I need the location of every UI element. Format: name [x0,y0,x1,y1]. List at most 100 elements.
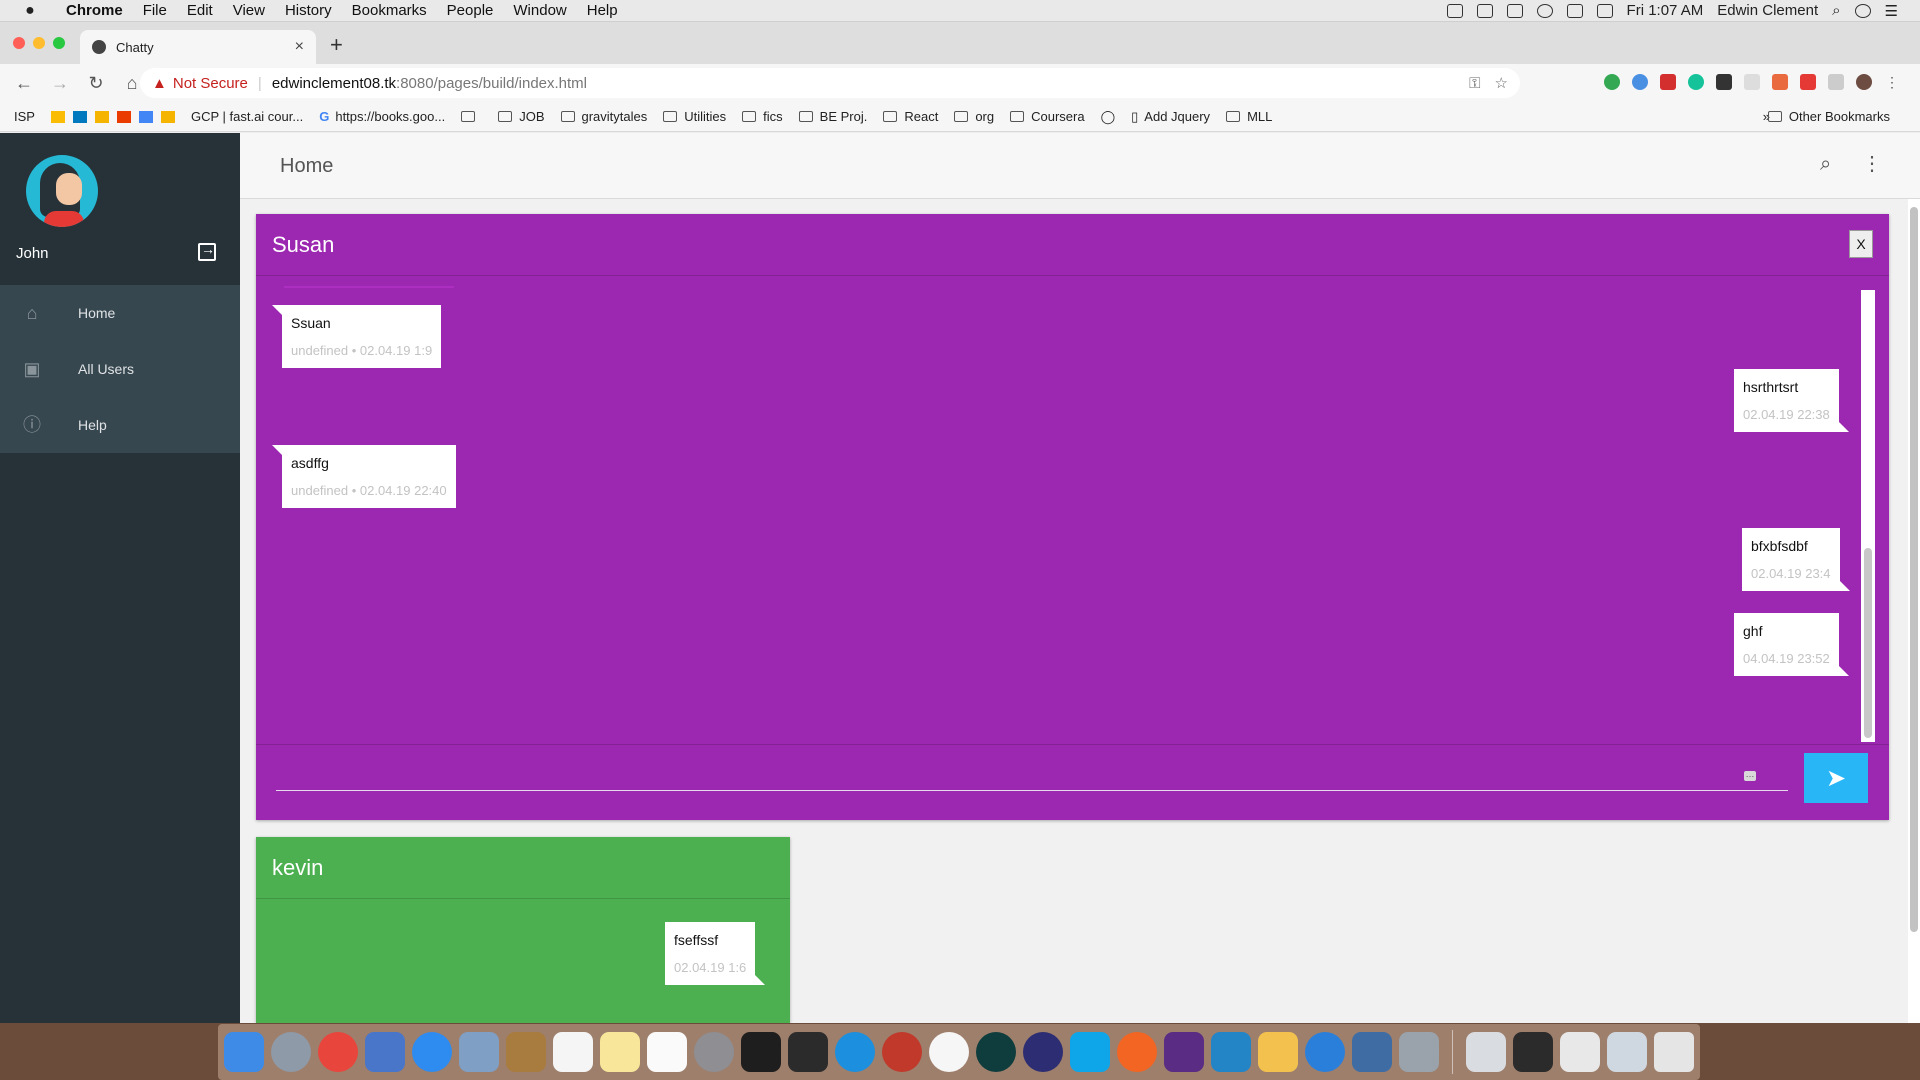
siri-icon[interactable] [1854,3,1871,18]
finder-icon[interactable] [224,1032,264,1072]
bookmark-folder[interactable] [461,111,482,122]
forward-icon[interactable]: → [48,73,72,94]
grammarly-icon[interactable] [1688,74,1704,90]
minimize-window-icon[interactable] [33,37,45,49]
password-manager-icon[interactable]: … [1744,770,1756,781]
wikipedia-icon[interactable] [1744,74,1760,90]
clock[interactable]: Fri 1:07 AM [1627,2,1704,19]
activity-monitor-icon[interactable] [788,1032,828,1072]
page-scrollbar[interactable] [1908,199,1920,1023]
address-bar[interactable]: ▲ Not Secure | edwinclement08.tk :8080/p… [140,68,1520,98]
bookmark-gravitytales[interactable]: gravitytales [560,109,647,124]
eclipse-icon[interactable] [1023,1032,1063,1072]
automator-icon[interactable] [1399,1032,1439,1072]
sidebar-item-all-users[interactable]: ▣ All Users [0,341,240,397]
new-tab-button[interactable]: + [330,32,343,58]
bookmark-job[interactable]: JOB [498,109,545,124]
message-scrollbar[interactable] [1861,290,1875,742]
reminders-icon[interactable] [647,1032,687,1072]
menu-edit[interactable]: Edit [177,2,223,19]
sidebar-item-home[interactable]: ⌂ Home [0,285,240,341]
menu-file[interactable]: File [133,2,177,19]
star-icon[interactable]: ☆ [1495,74,1508,92]
kite-icon[interactable] [1305,1032,1345,1072]
vscode-icon[interactable] [1211,1032,1251,1072]
scrollbar-thumb[interactable] [1910,207,1918,932]
menu-history[interactable]: History [275,2,342,19]
user-name[interactable]: Edwin Clement [1717,2,1818,19]
bookmark-add-jquery[interactable]: ▯ Add Jquery [1131,109,1210,125]
reload-icon[interactable]: ↻ [84,73,108,94]
terminal-icon[interactable] [741,1032,781,1072]
sublime-icon[interactable] [1258,1032,1298,1072]
screen-icon[interactable] [1506,3,1523,18]
qr-icon[interactable] [1716,74,1732,90]
bookmark-coursera[interactable]: Coursera [1010,109,1085,124]
send-button[interactable]: ➤ [1804,753,1868,803]
mysql-workbench-icon[interactable] [1352,1032,1392,1072]
preview-icon[interactable] [459,1032,499,1072]
message-input[interactable] [276,763,1788,791]
bookmark-utilities[interactable]: Utilities [663,109,726,124]
more-options-icon[interactable]: ⋮ [1862,151,1882,176]
bookmark-gcp[interactable]: GCP | fast.ai cour... [191,109,303,124]
notification-center-icon[interactable]: ☰ [1885,2,1898,20]
notes-icon[interactable] [600,1032,640,1072]
postman-icon[interactable] [1117,1032,1157,1072]
bookmark-books[interactable]: Ghttps://books.goo... [319,109,445,124]
volume-icon[interactable] [1596,3,1613,18]
bookmark-icons[interactable] [50,110,175,123]
spotlight-icon[interactable]: ⌕ [1832,2,1840,19]
downloads-stack-icon[interactable] [1466,1032,1506,1072]
window-thumbnail-icon[interactable] [1607,1032,1647,1072]
bookmark-be-proj[interactable]: BE Proj. [798,109,867,124]
extension-icon[interactable] [1660,74,1676,90]
browser-tab[interactable]: Chatty × [80,30,316,64]
wifi-icon[interactable] [1566,3,1583,18]
menu-people[interactable]: People [437,2,504,19]
trash-icon[interactable] [1654,1032,1694,1072]
dropbox-icon[interactable] [1446,3,1463,18]
menu-chrome[interactable]: Chrome [56,2,133,19]
calendar-icon[interactable] [553,1032,593,1072]
system-preferences-icon[interactable] [694,1032,734,1072]
bookmark-circle[interactable]: ◯ [1101,109,1116,125]
tab-close-icon[interactable]: × [295,38,304,56]
document-stack-icon[interactable] [1560,1032,1600,1072]
notebook-icon[interactable] [506,1032,546,1072]
window-thumbnail-icon[interactable] [1513,1032,1553,1072]
music-icon[interactable] [929,1032,969,1072]
security-label[interactable]: Not Secure [173,75,248,92]
bookmark-mll[interactable]: MLL [1226,109,1272,124]
menu-bookmarks[interactable]: Bookmarks [342,2,437,19]
downloader-icon[interactable] [882,1032,922,1072]
menu-view[interactable]: View [223,2,275,19]
key-icon[interactable]: ⚿ [1469,75,1480,92]
menu-window[interactable]: Window [503,2,576,19]
settings-tray-icon[interactable] [1536,3,1553,18]
user-avatar[interactable] [26,155,98,227]
logout-icon[interactable] [198,241,216,261]
chrome-icon[interactable] [318,1032,358,1072]
profile-avatar[interactable] [1856,74,1872,90]
search-icon[interactable]: ⌕ [1820,153,1831,176]
app-icon[interactable] [365,1032,405,1072]
close-window-icon[interactable] [13,37,25,49]
launchpad-icon[interactable] [271,1032,311,1072]
extension-icon[interactable] [1632,74,1648,90]
extension-icon[interactable] [1800,74,1816,90]
dbeaver-icon[interactable] [1164,1032,1204,1072]
tray-app-icon[interactable] [1476,3,1493,18]
extension-icon[interactable] [1828,74,1844,90]
chrome-menu-icon[interactable]: ⋮ [1884,74,1900,90]
bookmark-react[interactable]: React [883,109,938,124]
gitkraken-icon[interactable] [976,1032,1016,1072]
apple-menu-icon[interactable]: ● [20,2,40,20]
close-chat-button[interactable]: X [1849,230,1873,258]
menu-help[interactable]: Help [577,2,628,19]
webstorm-icon[interactable] [1070,1032,1110,1072]
back-icon[interactable]: ← [12,73,36,94]
sidebar-item-help[interactable]: ⓘ Help [0,397,240,453]
quicktime-icon[interactable] [835,1032,875,1072]
bookmark-fics[interactable]: fics [742,109,783,124]
